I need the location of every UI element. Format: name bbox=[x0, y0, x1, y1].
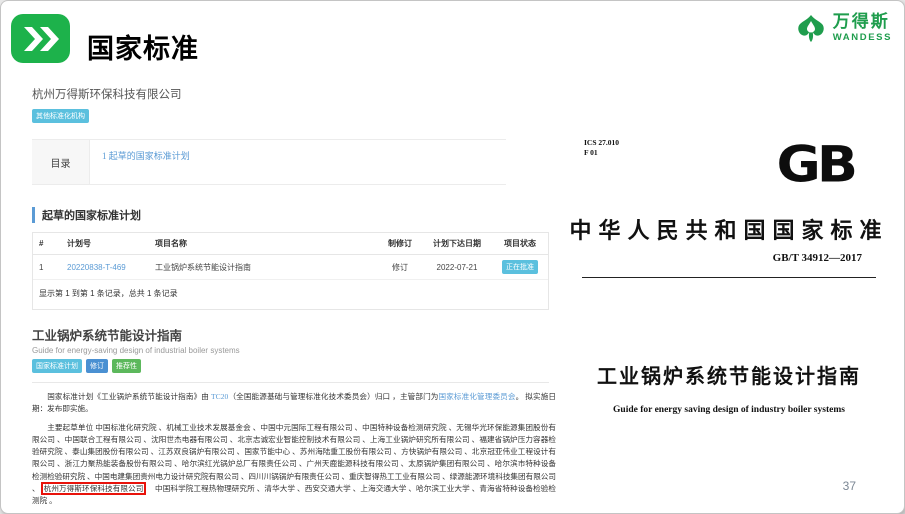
toc-label: 目录 bbox=[32, 140, 90, 184]
company-type-badge: 其他标准化机构 bbox=[32, 109, 89, 123]
plan-description: 国家标准计划《工业锅炉系统节能设计指南》由 TC20（全国能源基础与管理标准化技… bbox=[32, 391, 556, 514]
leaf-logo-icon bbox=[794, 11, 828, 45]
table-row: 1 20220838-T-469 工业锅炉系统节能设计指南 修订 2022-07… bbox=[33, 255, 548, 280]
page-title: 国家标准 bbox=[87, 27, 199, 66]
chevron-glyphs bbox=[21, 25, 61, 53]
col-revision: 制修订 bbox=[378, 233, 422, 255]
divider bbox=[32, 382, 549, 383]
paragraph-drafting-units: 主要起草单位 中国标准化研究院 、机械工业技术发展基金会 、中国中元国际工程有限… bbox=[32, 422, 556, 508]
badge-national-standard-plan: 国家标准计划 bbox=[32, 359, 82, 373]
section-title: 起草的国家标准计划 bbox=[32, 207, 563, 223]
highlighted-company: 杭州万得斯环保科技有限公司 bbox=[41, 482, 147, 495]
badge-revision: 修订 bbox=[86, 359, 108, 373]
ics-classification: ICS 27.010 F 01 bbox=[584, 138, 619, 158]
row-index: 1 bbox=[33, 255, 61, 280]
ics-class: F 01 bbox=[584, 148, 619, 158]
double-chevron-icon bbox=[11, 14, 70, 63]
revision-cell: 修订 bbox=[378, 255, 422, 280]
toc-block: 目录 1 起草的国家标准计划 bbox=[32, 139, 506, 185]
tc20-link[interactable]: TC20 bbox=[211, 392, 228, 401]
standard-plan-webpage-screenshot: 杭州万得斯环保科技有限公司 其他标准化机构 目录 1 起草的国家标准计划 起草的… bbox=[26, 83, 563, 511]
status-badge: 正在批准 bbox=[502, 260, 538, 274]
para1-text: 国家标准计划《工业锅炉系统节能设计指南》由 bbox=[47, 392, 211, 401]
para1-text2: （全国能源基础与管理标准化技术委员会）归口 ，主管部门为 bbox=[228, 392, 438, 401]
toc-link[interactable]: 1 起草的国家标准计划 bbox=[102, 151, 190, 161]
company-name: 杭州万得斯环保科技有限公司 bbox=[32, 86, 563, 102]
table-record-count: 显示第 1 到第 1 条记录，总共 1 条记录 bbox=[33, 280, 548, 309]
brand-name-en: WANDESS bbox=[833, 33, 892, 43]
slide-page-number: 37 bbox=[843, 479, 856, 493]
issue-date-cell: 2022-07-21 bbox=[422, 255, 492, 280]
col-status: 项目状态 bbox=[492, 233, 548, 255]
document-title: 工业锅炉系统节能设计指南 bbox=[32, 325, 563, 344]
brand-logo: 万得斯 WANDESS bbox=[794, 11, 892, 45]
ics-code: ICS 27.010 bbox=[584, 138, 619, 148]
standard-plan-table: # 计划号 项目名称 制修订 计划下达日期 项目状态 1 20220838-T-… bbox=[32, 232, 549, 310]
gb-logo: GB bbox=[777, 136, 854, 194]
col-plan-no: 计划号 bbox=[61, 233, 149, 255]
col-issue-date: 计划下达日期 bbox=[422, 233, 492, 255]
cover-country-standard-name: 中华人民共和国国家标准 bbox=[566, 213, 892, 245]
gb-standard-cover: ICS 27.010 F 01 GB 中华人民共和国国家标准 GB/T 3491… bbox=[566, 129, 892, 509]
badge-recommended: 推荐性 bbox=[112, 359, 141, 373]
standard-code: GB/T 34912—2017 bbox=[773, 252, 862, 264]
plan-number-link[interactable]: 20220838-T-469 bbox=[67, 263, 126, 272]
document-badges: 国家标准计划 修订 推荐性 bbox=[32, 359, 563, 373]
slide: 国家标准 万得斯 WANDESS 杭州万得斯环保科技有限公司 其他标准化机构 目… bbox=[0, 0, 905, 514]
brand-text: 万得斯 WANDESS bbox=[833, 13, 892, 43]
table-header-row: # 计划号 项目名称 制修订 计划下达日期 项目状态 bbox=[33, 233, 548, 255]
col-project-name: 项目名称 bbox=[149, 233, 378, 255]
project-name-cell: 工业锅炉系统节能设计指南 bbox=[149, 255, 378, 280]
brand-name-cn: 万得斯 bbox=[833, 13, 892, 30]
document-subtitle-en: Guide for energy-saving design of indust… bbox=[32, 346, 563, 355]
cover-rule-line bbox=[582, 277, 876, 278]
col-index: # bbox=[33, 233, 61, 255]
sac-link[interactable]: 国家标准化管理委员会 bbox=[439, 392, 516, 401]
cover-standard-title: 工业锅炉系统节能设计指南 bbox=[566, 360, 892, 389]
cover-standard-title-en: Guide for energy saving design of indust… bbox=[566, 405, 892, 415]
paragraph-plan-info: 国家标准计划《工业锅炉系统节能设计指南》由 TC20（全国能源基础与管理标准化技… bbox=[32, 391, 556, 416]
